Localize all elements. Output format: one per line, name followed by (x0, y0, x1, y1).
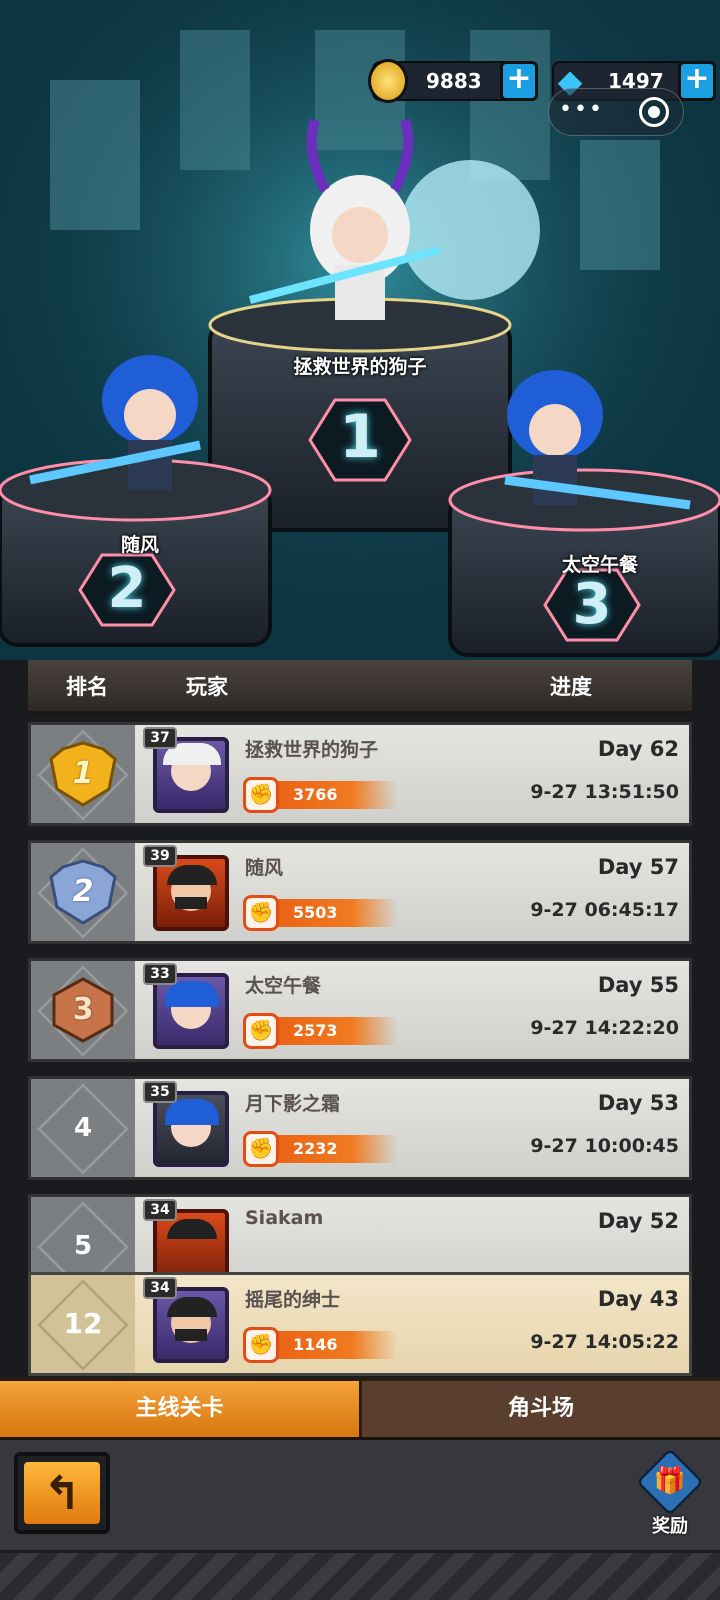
leaderboard-header: 排名 玩家 进度 (28, 660, 692, 714)
add-gold-button[interactable]: + (500, 61, 538, 101)
back-button[interactable]: ↰ (14, 1452, 110, 1534)
reward-button[interactable]: 🎁 奖励 (636, 1448, 704, 1537)
leaderboard-tabs: 主线关卡 角斗场 (0, 1378, 720, 1440)
progress-column-header: 进度 (550, 675, 592, 699)
rank-cell: 12 (31, 1275, 135, 1373)
second-place-number: 2 (107, 556, 147, 621)
player-name: 随风 (245, 857, 284, 879)
progress-day: Day 53 (597, 1091, 679, 1115)
player-column-header: 玩家 (186, 675, 228, 699)
power-value: 2232 (293, 1139, 338, 1158)
progress-time: 9-27 14:22:20 (530, 1017, 679, 1039)
reward-label: 奖励 (652, 1516, 688, 1537)
rank-number: 4 (73, 1113, 93, 1143)
tab-main-stage[interactable]: 主线关卡 (0, 1381, 362, 1437)
back-arrow-icon: ↰ (24, 1462, 100, 1524)
leaderboard-row[interactable]: 3 33 太空午餐 ✊ 2573 Day 55 9-27 14:22:20 (28, 958, 692, 1062)
progress-time: 9-27 14:05:22 (530, 1331, 679, 1353)
fist-power-icon: ✊ (243, 1327, 279, 1363)
first-place-name: 拯救世界的狗子 (293, 356, 427, 378)
player-name: 拯救世界的狗子 (245, 739, 379, 761)
player-name: 摇尾的绅士 (245, 1289, 341, 1311)
player-name: 月下影之霜 (245, 1093, 341, 1115)
leaderboard-row[interactable]: 1 37 拯救世界的狗子 ✊ 3766 Day 62 9-27 13:51:50 (28, 722, 692, 826)
mini-program-capsule: ••• (548, 88, 684, 136)
close-miniprogram-icon[interactable] (639, 97, 669, 127)
leaderboard-row[interactable]: 2 39 随风 ✊ 5503 Day 57 9-27 06:45:17 (28, 840, 692, 944)
leaderboard-list[interactable]: 1 37 拯救世界的狗子 ✊ 3766 Day 62 9-27 13:51:50… (28, 722, 692, 1272)
player-level-badge: 34 (143, 1277, 177, 1299)
gold-counter: 9883 + (368, 59, 538, 103)
progress-day: Day 55 (597, 973, 679, 997)
leaderboard-row[interactable]: 5 34 Siakam Day 52 (28, 1194, 692, 1272)
progress-day: Day 43 (597, 1287, 679, 1311)
rank-cell: 4 (31, 1079, 135, 1177)
progress-time: 9-27 06:45:17 (530, 899, 679, 921)
rank-column-header: 排名 (66, 675, 108, 699)
fist-power-icon: ✊ (243, 895, 279, 931)
first-place-number: 1 (339, 402, 381, 472)
gold-coin-icon (368, 59, 408, 103)
leaderboard-row[interactable]: 4 35 月下影之霜 ✊ 2232 Day 53 9-27 10:00:45 (28, 1076, 692, 1180)
my-rank-row[interactable]: 12 34 摇尾的绅士 ✊ 1146 Day 43 9-27 14:05:22 (28, 1272, 692, 1376)
second-place-name: 随风 (120, 534, 159, 556)
fist-power-icon: ✊ (243, 777, 279, 813)
player-name: Siakam (245, 1207, 324, 1229)
rank-cell: 2 (31, 843, 135, 941)
rank-number: 5 (73, 1231, 93, 1261)
more-options-icon[interactable]: ••• (559, 89, 604, 131)
player-level-badge: 34 (143, 1199, 177, 1221)
progress-time: 9-27 10:00:45 (530, 1135, 679, 1157)
player-level-badge: 39 (143, 845, 177, 867)
rank-cell: 1 (31, 725, 135, 823)
rank-number: 1 (72, 756, 94, 791)
rank-number: 12 (63, 1307, 103, 1340)
progress-day: Day 62 (597, 737, 679, 761)
fist-power-icon: ✊ (243, 1131, 279, 1167)
fist-power-icon: ✊ (243, 1013, 279, 1049)
gold-amount: 9883 (426, 69, 482, 93)
progress-time: 9-27 13:51:50 (530, 781, 679, 803)
player-level-badge: 37 (143, 727, 177, 749)
add-gems-button[interactable]: + (678, 61, 716, 101)
power-value: 2573 (293, 1021, 338, 1040)
power-value: 1146 (293, 1335, 338, 1354)
rank-number: 2 (72, 874, 94, 909)
power-value: 5503 (293, 903, 338, 922)
gift-icon: 🎁 (653, 1466, 687, 1496)
rank-cell: 5 (31, 1197, 135, 1272)
bottom-decoration (0, 1550, 720, 1600)
player-level-badge: 33 (143, 963, 177, 985)
progress-day: Day 57 (597, 855, 679, 879)
bottom-bar: ↰ 🎁 奖励 (0, 1440, 720, 1600)
podium-scene: 1 2 3 拯救世界的狗子 随风 太空午餐 9883 + ◆ 1497 + ••… (0, 0, 720, 660)
third-place-name: 太空午餐 (561, 554, 638, 576)
tab-arena[interactable]: 角斗场 (362, 1381, 720, 1437)
progress-day: Day 52 (597, 1209, 679, 1233)
rank-cell: 3 (31, 961, 135, 1059)
third-place-number: 3 (572, 572, 612, 637)
rank-number: 3 (72, 992, 94, 1027)
power-value: 3766 (293, 785, 338, 804)
player-name: 太空午餐 (245, 975, 322, 997)
player-level-badge: 35 (143, 1081, 177, 1103)
